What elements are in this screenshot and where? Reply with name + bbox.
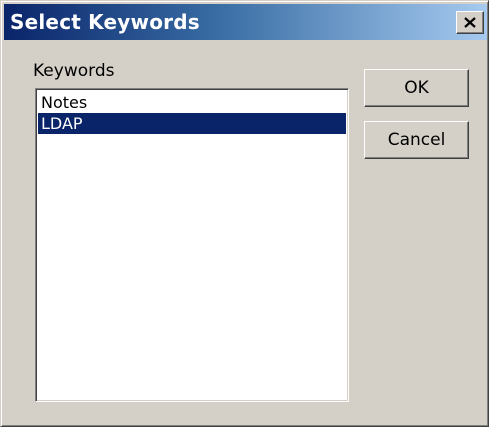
title-bar[interactable]: Select Keywords	[4, 4, 487, 40]
keywords-label: Keywords	[33, 61, 115, 81]
close-button[interactable]	[456, 11, 484, 34]
close-icon	[464, 17, 476, 28]
ok-button[interactable]: OK	[364, 69, 469, 107]
list-item-ldap[interactable]: LDAP	[38, 113, 346, 134]
keywords-listbox[interactable]: Notes LDAP	[35, 88, 349, 402]
cancel-button[interactable]: Cancel	[364, 121, 469, 159]
dialog-title: Select Keywords	[10, 10, 200, 34]
select-keywords-dialog: Select Keywords Keywords Notes LDAP OK C…	[0, 0, 489, 427]
list-item-notes[interactable]: Notes	[38, 92, 346, 113]
